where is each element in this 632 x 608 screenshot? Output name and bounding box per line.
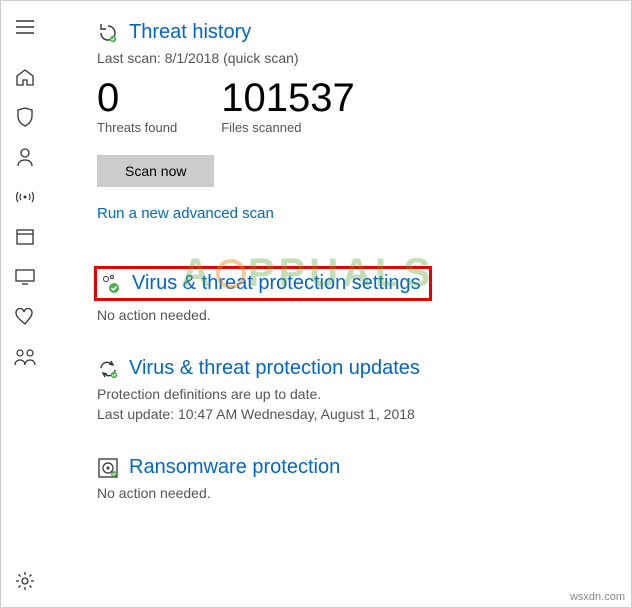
protection-updates-status: Protection definitions are up to date.: [97, 386, 591, 402]
protection-settings-title[interactable]: Virus & threat protection settings: [132, 272, 421, 295]
sidebar-item-device-performance[interactable]: [5, 257, 45, 297]
stat-files-scanned: 101537 Files scanned: [221, 78, 354, 135]
ransomware-icon: [97, 457, 119, 479]
section-protection-settings: Virus & threat protection settings No ac…: [97, 266, 591, 323]
scan-now-button[interactable]: Scan now: [97, 155, 214, 187]
sidebar-item-family[interactable]: [5, 337, 45, 377]
threats-found-value: 0: [97, 78, 177, 118]
section-threat-history: Threat history Last scan: 8/1/2018 (quic…: [97, 21, 591, 222]
sidebar-item-app-browser[interactable]: [5, 217, 45, 257]
monitor-icon: [15, 269, 35, 285]
family-icon: [14, 348, 36, 366]
main-content: Threat history Last scan: 8/1/2018 (quic…: [49, 1, 631, 607]
sidebar-item-settings[interactable]: [5, 561, 45, 601]
heart-icon: [15, 308, 35, 326]
threats-found-label: Threats found: [97, 120, 177, 135]
sidebar-item-shield[interactable]: [5, 97, 45, 137]
sidebar-item-home[interactable]: [5, 57, 45, 97]
ransomware-status: No action needed.: [97, 485, 591, 501]
shield-icon: [16, 107, 34, 127]
files-scanned-value: 101537: [221, 78, 354, 118]
gear-icon: [15, 571, 35, 591]
network-icon: [15, 189, 35, 205]
protection-updates-lastupdate: Last update: 10:47 AM Wednesday, August …: [97, 406, 591, 422]
home-icon: [15, 68, 35, 86]
window-icon: [16, 229, 34, 245]
sidebar-item-device-health[interactable]: [5, 297, 45, 337]
files-scanned-label: Files scanned: [221, 120, 354, 135]
section-ransomware: Ransomware protection No action needed.: [97, 456, 591, 501]
section-protection-updates: Virus & threat protection updates Protec…: [97, 357, 591, 422]
advanced-scan-link[interactable]: Run a new advanced scan: [97, 205, 591, 222]
highlight-box: Virus & threat protection settings: [94, 266, 432, 301]
history-icon: [97, 22, 119, 44]
settings-shield-icon: [100, 273, 122, 295]
hamburger-icon: [16, 20, 34, 34]
threat-history-title[interactable]: Threat history: [129, 21, 251, 44]
stat-threats-found: 0 Threats found: [97, 78, 177, 135]
ransomware-title[interactable]: Ransomware protection: [129, 456, 340, 479]
protection-updates-title[interactable]: Virus & threat protection updates: [129, 357, 420, 380]
sidebar-item-menu[interactable]: [5, 7, 45, 47]
protection-settings-status: No action needed.: [97, 307, 591, 323]
sidebar-item-firewall[interactable]: [5, 177, 45, 217]
credit-text: wsxdn.com: [570, 591, 625, 603]
sidebar-item-account[interactable]: [5, 137, 45, 177]
updates-icon: [97, 358, 119, 380]
sidebar: [1, 1, 49, 607]
person-icon: [16, 147, 34, 167]
last-scan-text: Last scan: 8/1/2018 (quick scan): [97, 50, 591, 66]
